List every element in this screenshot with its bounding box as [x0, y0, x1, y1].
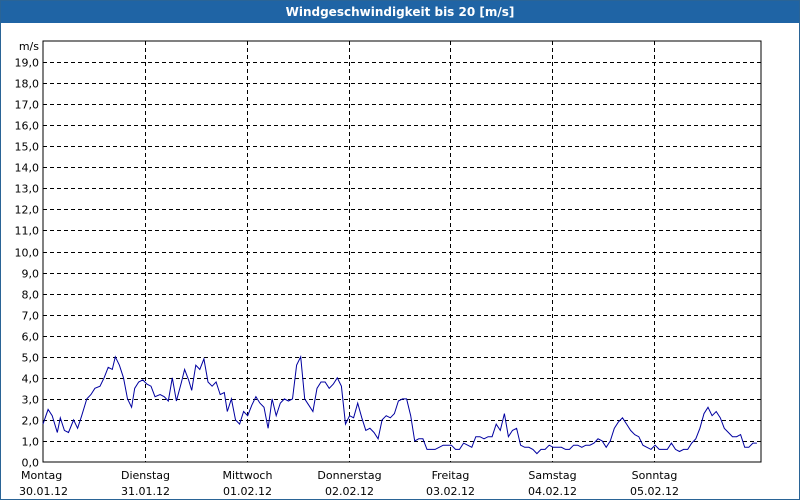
y-tick-label: 0,0 [22, 457, 40, 470]
y-tick-label: 3,0 [22, 394, 40, 407]
x-tick-date-label: 03.02.12 [426, 485, 475, 498]
y-tick-label: 6,0 [22, 331, 40, 344]
chart-window: Windgeschwindigkeit bis 20 [m/s] 0,0 1,0 2… [0, 0, 800, 500]
y-tick-label: 16,0 [15, 120, 40, 133]
x-tick-date-label: 30.01.12 [19, 485, 68, 498]
x-tick-day-label: Dienstag [121, 469, 170, 482]
y-tick-label: 1,0 [22, 436, 40, 449]
y-tick-label: 5,0 [22, 352, 40, 365]
y-tick-label: 14,0 [15, 162, 40, 175]
y-tick-label: 15,0 [15, 141, 40, 154]
y-tick-label: 12,0 [15, 204, 40, 217]
wind-speed-chart: 0,0 1,0 2,0 3,0 4,0 5,0 6,0 7,0 8,0 9,0 10,0 11,0 12… [15, 40, 762, 498]
x-tick-date-label: 02.02.12 [325, 485, 374, 498]
y-tick-label: 18,0 [15, 78, 40, 91]
y-tick-label: 11,0 [15, 225, 40, 238]
x-tick-date-label: 04.02.12 [528, 485, 577, 498]
y-tick-label: 10,0 [15, 247, 40, 260]
y-tick-label: 7,0 [22, 310, 40, 323]
y-tick-label: 4,0 [22, 373, 40, 386]
x-tick-day-label: Samstag [528, 469, 576, 482]
y-axis-unit-label: m/s [19, 40, 39, 53]
x-tick-date-label: 31.01.12 [121, 485, 170, 498]
x-tick-day-label: Montag [21, 469, 62, 482]
x-tick-day-label: Mittwoch [223, 469, 273, 482]
y-tick-label: 8,0 [22, 289, 40, 302]
y-tick-label: 19,0 [15, 57, 40, 70]
x-tick-date-label: 05.02.12 [630, 485, 679, 498]
y-tick-label: 17,0 [15, 99, 40, 112]
y-tick-label: 2,0 [22, 415, 40, 428]
x-tick-day-label: Freitag [432, 469, 470, 482]
x-tick-date-label: 01.02.12 [223, 485, 272, 498]
y-tick-label: 13,0 [15, 183, 40, 196]
y-tick-label: 9,0 [22, 268, 40, 281]
x-tick-day-label: Donnerstag [317, 469, 381, 482]
x-tick-day-label: Sonntag [632, 469, 678, 482]
